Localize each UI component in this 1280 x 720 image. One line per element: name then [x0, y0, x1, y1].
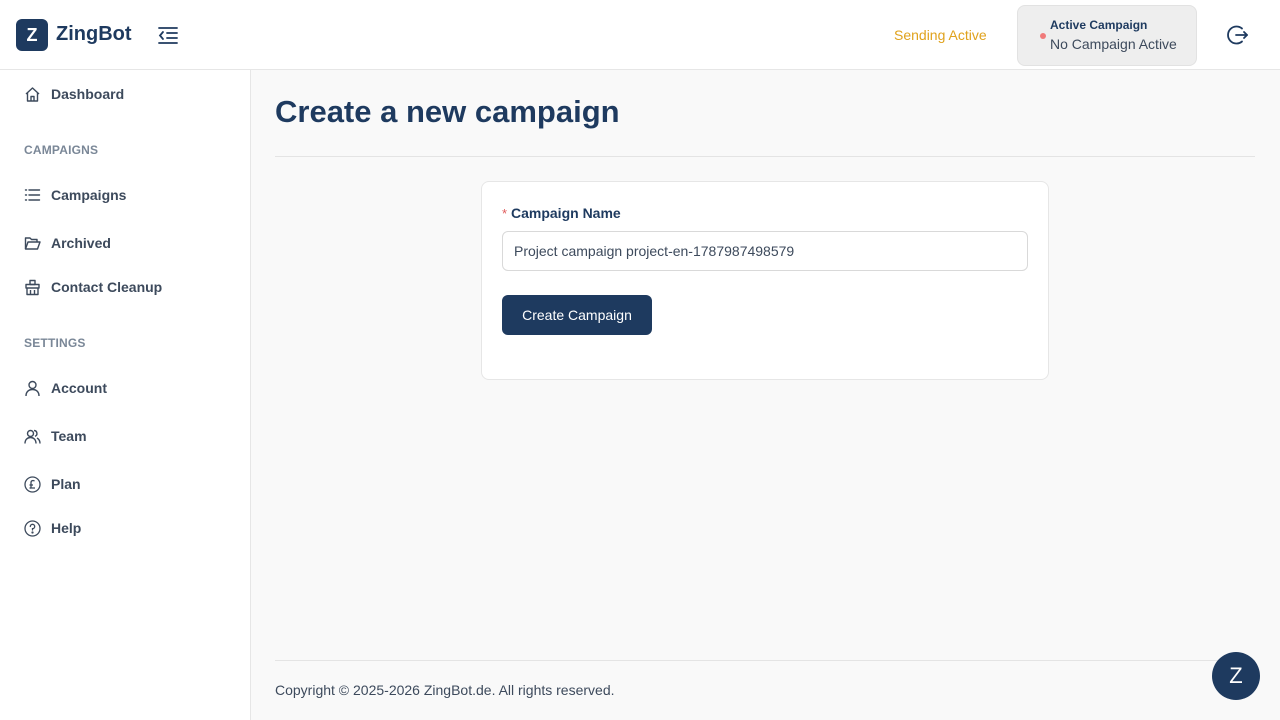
campaign-name-input[interactable]	[502, 231, 1028, 271]
sidebar-item-label: Archived	[51, 235, 111, 251]
logout-icon[interactable]	[1226, 23, 1250, 47]
footer-divider	[275, 660, 1255, 661]
list-icon	[24, 189, 41, 201]
sidebar: Dashboard CAMPAIGNS Campaigns Archived C…	[0, 70, 251, 720]
cleanup-icon	[25, 279, 40, 296]
app-name: ZingBot	[56, 23, 132, 45]
sidebar-item-label: Help	[51, 520, 82, 536]
sidebar-item-campaigns[interactable]: Campaigns	[0, 175, 250, 215]
sidebar-item-label: Team	[51, 428, 87, 444]
sidebar-item-account[interactable]: Account	[0, 368, 250, 408]
sidebar-item-team[interactable]: Team	[0, 416, 250, 456]
create-campaign-form: * Campaign Name Create Campaign	[481, 181, 1049, 380]
section-label-settings: SETTINGS	[24, 336, 86, 350]
pound-currency-icon	[24, 476, 41, 493]
sidebar-item-help[interactable]: Help	[0, 508, 250, 548]
logo-icon: Z	[16, 19, 48, 51]
sidebar-item-archived[interactable]: Archived	[0, 223, 250, 263]
sidebar-item-label: Dashboard	[51, 86, 125, 102]
help-icon	[24, 520, 41, 537]
sidebar-item-plan[interactable]: Plan	[0, 464, 250, 504]
sidebar-item-dashboard[interactable]: Dashboard	[0, 74, 250, 114]
active-campaign-value: No Campaign Active	[1050, 36, 1177, 52]
active-campaign-title: Active Campaign	[1050, 18, 1148, 32]
sending-status: Sending Active	[894, 27, 987, 43]
user-icon	[25, 380, 40, 397]
sidebar-item-label: Contact Cleanup	[51, 279, 163, 295]
folder-open-icon	[24, 237, 41, 250]
title-divider	[275, 156, 1255, 157]
home-icon	[25, 87, 40, 102]
footer-copyright: Copyright © 2025-2026 ZingBot.de. All ri…	[275, 682, 615, 698]
required-marker: *	[502, 206, 508, 221]
sidebar-item-contact-cleanup[interactable]: Contact Cleanup	[0, 267, 250, 307]
status-dot	[1040, 33, 1046, 39]
chat-widget-button[interactable]: Z	[1212, 652, 1260, 700]
campaign-name-label: Campaign Name	[511, 205, 621, 221]
section-label-campaigns: CAMPAIGNS	[24, 143, 99, 157]
page-title: Create a new campaign	[275, 94, 620, 129]
sidebar-item-label: Account	[51, 380, 107, 396]
create-campaign-button[interactable]: Create Campaign	[502, 295, 652, 335]
active-campaign-indicator[interactable]: Active Campaign No Campaign Active	[1017, 5, 1197, 66]
team-icon	[24, 429, 41, 444]
top-header: Z ZingBot Sending Active Active Campaign…	[0, 0, 1280, 70]
sidebar-item-label: Campaigns	[51, 187, 127, 203]
sidebar-item-label: Plan	[51, 476, 81, 492]
collapse-sidebar-icon[interactable]	[156, 24, 180, 46]
